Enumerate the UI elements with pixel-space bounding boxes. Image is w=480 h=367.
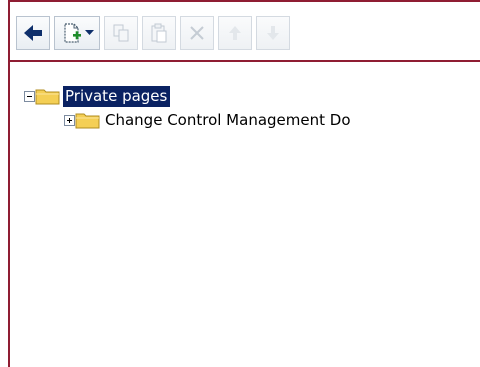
copy-button[interactable] <box>104 16 138 50</box>
delete-button[interactable] <box>180 16 214 50</box>
chevron-down-icon <box>84 30 94 35</box>
tree-node-label[interactable]: Private pages <box>63 85 171 107</box>
tree-node-root[interactable]: Private pages <box>24 84 353 108</box>
paste-icon <box>151 23 167 43</box>
folder-icon <box>35 89 60 105</box>
expand-toggle-icon[interactable] <box>64 114 75 126</box>
move-up-button[interactable] <box>218 16 252 50</box>
toolbar <box>16 15 290 51</box>
back-button[interactable] <box>16 16 50 50</box>
tree-node-child[interactable]: Change Control Management Do <box>64 108 353 132</box>
page-tree-panel: Private pages Change Control Management … <box>8 0 480 367</box>
tree-node-label[interactable]: Change Control Management Do <box>103 110 353 130</box>
copy-icon <box>113 24 129 42</box>
move-down-button[interactable] <box>256 16 290 50</box>
new-document-plus-icon <box>63 23 81 43</box>
page-tree: Private pages Change Control Management … <box>24 84 353 132</box>
collapse-toggle-icon[interactable] <box>24 90 35 102</box>
x-icon <box>190 26 204 40</box>
folder-icon <box>75 113 100 129</box>
arrow-up-icon <box>229 26 241 40</box>
toolbar-divider <box>10 60 480 62</box>
new-page-dropdown-button[interactable] <box>54 16 100 50</box>
arrow-left-icon <box>24 25 42 41</box>
arrow-down-icon <box>267 26 279 40</box>
paste-button[interactable] <box>142 16 176 50</box>
